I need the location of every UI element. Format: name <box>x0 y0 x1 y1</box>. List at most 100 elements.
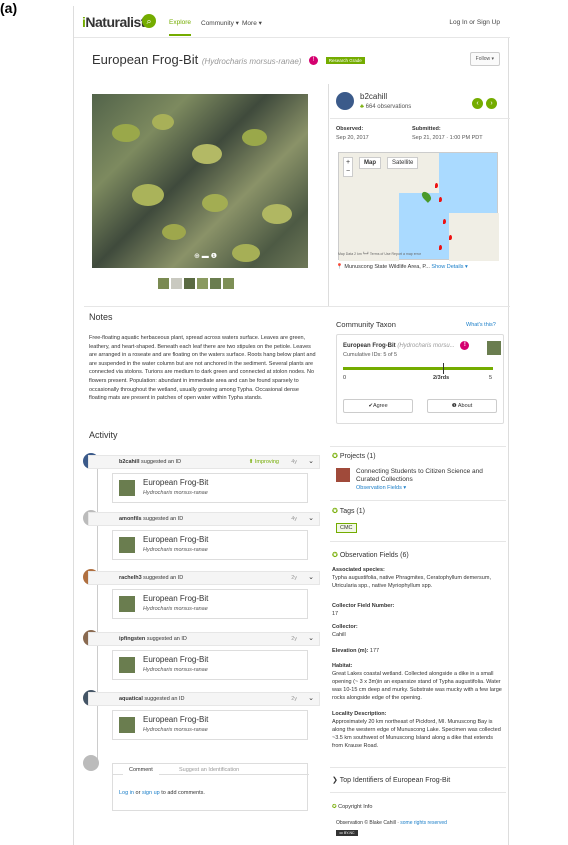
copyright-text: Observation © Blake Cahill · some rights… <box>336 820 447 826</box>
observation-photo[interactable] <box>92 94 308 268</box>
inaturalist-logo[interactable]: iNaturalist <box>82 14 145 30</box>
identification-card[interactable]: European Frog-Bit Hydrocharis morsus-rana… <box>112 473 308 503</box>
identification-card[interactable]: European Frog-Bit Hydrocharis morsus-rana… <box>112 589 308 619</box>
activity-age: 2y <box>291 696 297 702</box>
observer-observation-count[interactable]: ♣ 664 observations <box>360 104 411 110</box>
map-tab-map[interactable]: Map <box>359 157 381 169</box>
timeline-line <box>97 462 98 762</box>
activity-age: 2y <box>291 575 297 581</box>
identification-card[interactable]: European Frog-Bit Hydrocharis morsus-rana… <box>112 710 308 740</box>
chevron-down-icon[interactable]: ⌄ <box>305 694 317 705</box>
taxon-thumbnail[interactable] <box>119 537 135 553</box>
location-map[interactable]: + − Map Satellite <box>338 152 499 261</box>
zoom-out-button[interactable]: − <box>344 167 352 176</box>
copyright-heading: ✪ Copyright Info <box>332 804 373 810</box>
nearby-pin-icon[interactable] <box>449 235 452 240</box>
activity-age: 2y <box>291 636 297 642</box>
login-signup-link[interactable]: Log In or Sign Up <box>449 19 500 26</box>
chevron-down-icon[interactable]: ⌄ <box>305 634 317 645</box>
thumbnail[interactable] <box>210 278 221 289</box>
taxon-thumbnail[interactable] <box>119 717 135 733</box>
taxon-common-name[interactable]: European Frog-Bit <box>143 715 208 724</box>
whats-this-link[interactable]: What's this? <box>466 322 496 328</box>
nav-explore[interactable]: Explore <box>169 19 192 36</box>
show-link[interactable]: Show <box>431 264 445 270</box>
activity-user[interactable]: b2cahill suggested an ID <box>119 459 181 465</box>
top-nav: iNaturalist ⌕ Explore Community ▾ More ▾… <box>74 6 510 38</box>
divider <box>330 446 506 447</box>
taxon-thumbnail[interactable] <box>119 480 135 496</box>
signup-link[interactable]: sign up <box>142 790 160 796</box>
tab-comment[interactable]: Comment <box>123 764 159 777</box>
taxon-common-name[interactable]: European Frog-Bit <box>143 535 208 544</box>
nearby-pin-icon[interactable] <box>435 183 438 188</box>
top-identifiers-heading[interactable]: ❯ Top Identifiers of European Frog-Bit <box>332 776 450 784</box>
project-name[interactable]: Connecting Students to Citizen Science a… <box>356 468 506 484</box>
taxon-thumbnail[interactable] <box>119 657 135 673</box>
identification-card[interactable]: European Frog-Bit Hydrocharis morsus-rana… <box>112 530 308 560</box>
chevron-right-icon: ❯ <box>332 777 340 784</box>
prev-observation-icon[interactable]: ‹ <box>472 98 483 109</box>
progress-bar <box>343 367 493 370</box>
nav-more[interactable]: More ▾ <box>242 19 262 27</box>
thumbnail[interactable] <box>197 278 208 289</box>
taxon-common-name[interactable]: European Frog-Bit <box>143 594 208 603</box>
chevron-down-icon[interactable]: ⌄ <box>305 573 317 584</box>
thumbnail[interactable] <box>184 278 195 289</box>
nav-community[interactable]: Community ▾ <box>201 19 239 27</box>
taxon-common-name[interactable]: European Frog-Bit <box>143 478 208 487</box>
zoom-controls[interactable]: + − <box>343 157 353 177</box>
check-circle-icon: ✪ <box>332 508 340 515</box>
observer-username[interactable]: b2cahill <box>360 92 387 101</box>
login-link[interactable]: Log in <box>119 790 134 796</box>
agree-button[interactable]: ✔Agree <box>343 399 413 413</box>
activity-user[interactable]: ipfingsten suggested an ID <box>119 636 187 642</box>
community-taxon-box: European Frog-Bit (Hydrocharis morsu... … <box>336 334 504 424</box>
taxon-thumbnail[interactable] <box>487 341 501 355</box>
page-title: European Frog-Bit (Hydrocharis morsus-ra… <box>92 52 365 67</box>
tag-chip[interactable]: CMC <box>336 523 357 533</box>
thumbnail[interactable] <box>171 278 182 289</box>
alert-icon: ! <box>460 341 470 350</box>
taxon-thumbnail[interactable] <box>119 596 135 612</box>
bar-min-label: 0 <box>343 375 347 381</box>
field-collector-number: Collector Field Number: 17 <box>332 603 395 617</box>
cc-license-badge[interactable]: cc BY-NC <box>336 830 358 836</box>
notes-text: Free-floating aquatic herbaceous plant, … <box>89 335 316 402</box>
chevron-down-icon[interactable]: ⌄ <box>305 457 317 468</box>
place-name: 📍 Munuscong State Wildlife Area, P... Sh… <box>336 264 468 270</box>
notes-heading: Notes <box>89 312 113 322</box>
zoom-in-button[interactable]: + <box>344 158 352 167</box>
tab-suggest-identification[interactable]: Suggest an Identification <box>173 764 245 776</box>
field-habitat: Habitat: Great Lakes coastal wetland. Col… <box>332 663 502 701</box>
thumbnail[interactable] <box>158 278 169 289</box>
observed-date: Sep 20, 2017 <box>336 135 369 141</box>
map-tab-satellite[interactable]: Satellite <box>387 157 419 169</box>
nearby-pin-icon[interactable] <box>439 245 442 250</box>
details-link[interactable]: Details ▾ <box>447 264 468 270</box>
about-button[interactable]: ❶ About <box>427 399 497 413</box>
nearby-pin-icon[interactable] <box>439 197 442 202</box>
community-taxon-name[interactable]: European Frog-Bit (Hydrocharis morsu... … <box>343 341 470 350</box>
taxon-common-name[interactable]: European Frog-Bit <box>143 655 208 664</box>
chevron-down-icon[interactable]: ⌄ <box>305 514 317 525</box>
activity-user[interactable]: rachelh3 suggested an ID <box>119 575 183 581</box>
common-name: European Frog-Bit <box>92 52 199 67</box>
identification-card[interactable]: European Frog-Bit Hydrocharis morsus-rana… <box>112 650 308 680</box>
project-observation-fields-link[interactable]: Observation Fields ▾ <box>356 485 406 491</box>
next-observation-icon[interactable]: › <box>486 98 497 109</box>
rights-link[interactable]: some rights reserved <box>400 820 447 826</box>
project-thumbnail[interactable] <box>336 468 350 482</box>
activity-user[interactable]: amonfils suggested an ID <box>119 516 183 522</box>
nearby-pin-icon[interactable] <box>443 219 446 224</box>
improving-badge: ⬆ Improving <box>248 459 279 465</box>
search-icon[interactable]: ⌕ <box>142 14 156 28</box>
thumbnail[interactable] <box>223 278 234 289</box>
activity-user[interactable]: aquatical suggested an ID <box>119 696 184 702</box>
taxon-scientific-name: Hydrocharis morsus-ranae <box>143 606 208 612</box>
observer-avatar[interactable] <box>336 92 354 110</box>
photo-controls-icon[interactable]: ⊕ ▬ ❶ <box>194 252 217 260</box>
follow-button[interactable]: Follow ▾ <box>469 52 500 66</box>
taxon-scientific-name: Hydrocharis morsus-ranae <box>143 727 208 733</box>
divider <box>330 118 510 119</box>
